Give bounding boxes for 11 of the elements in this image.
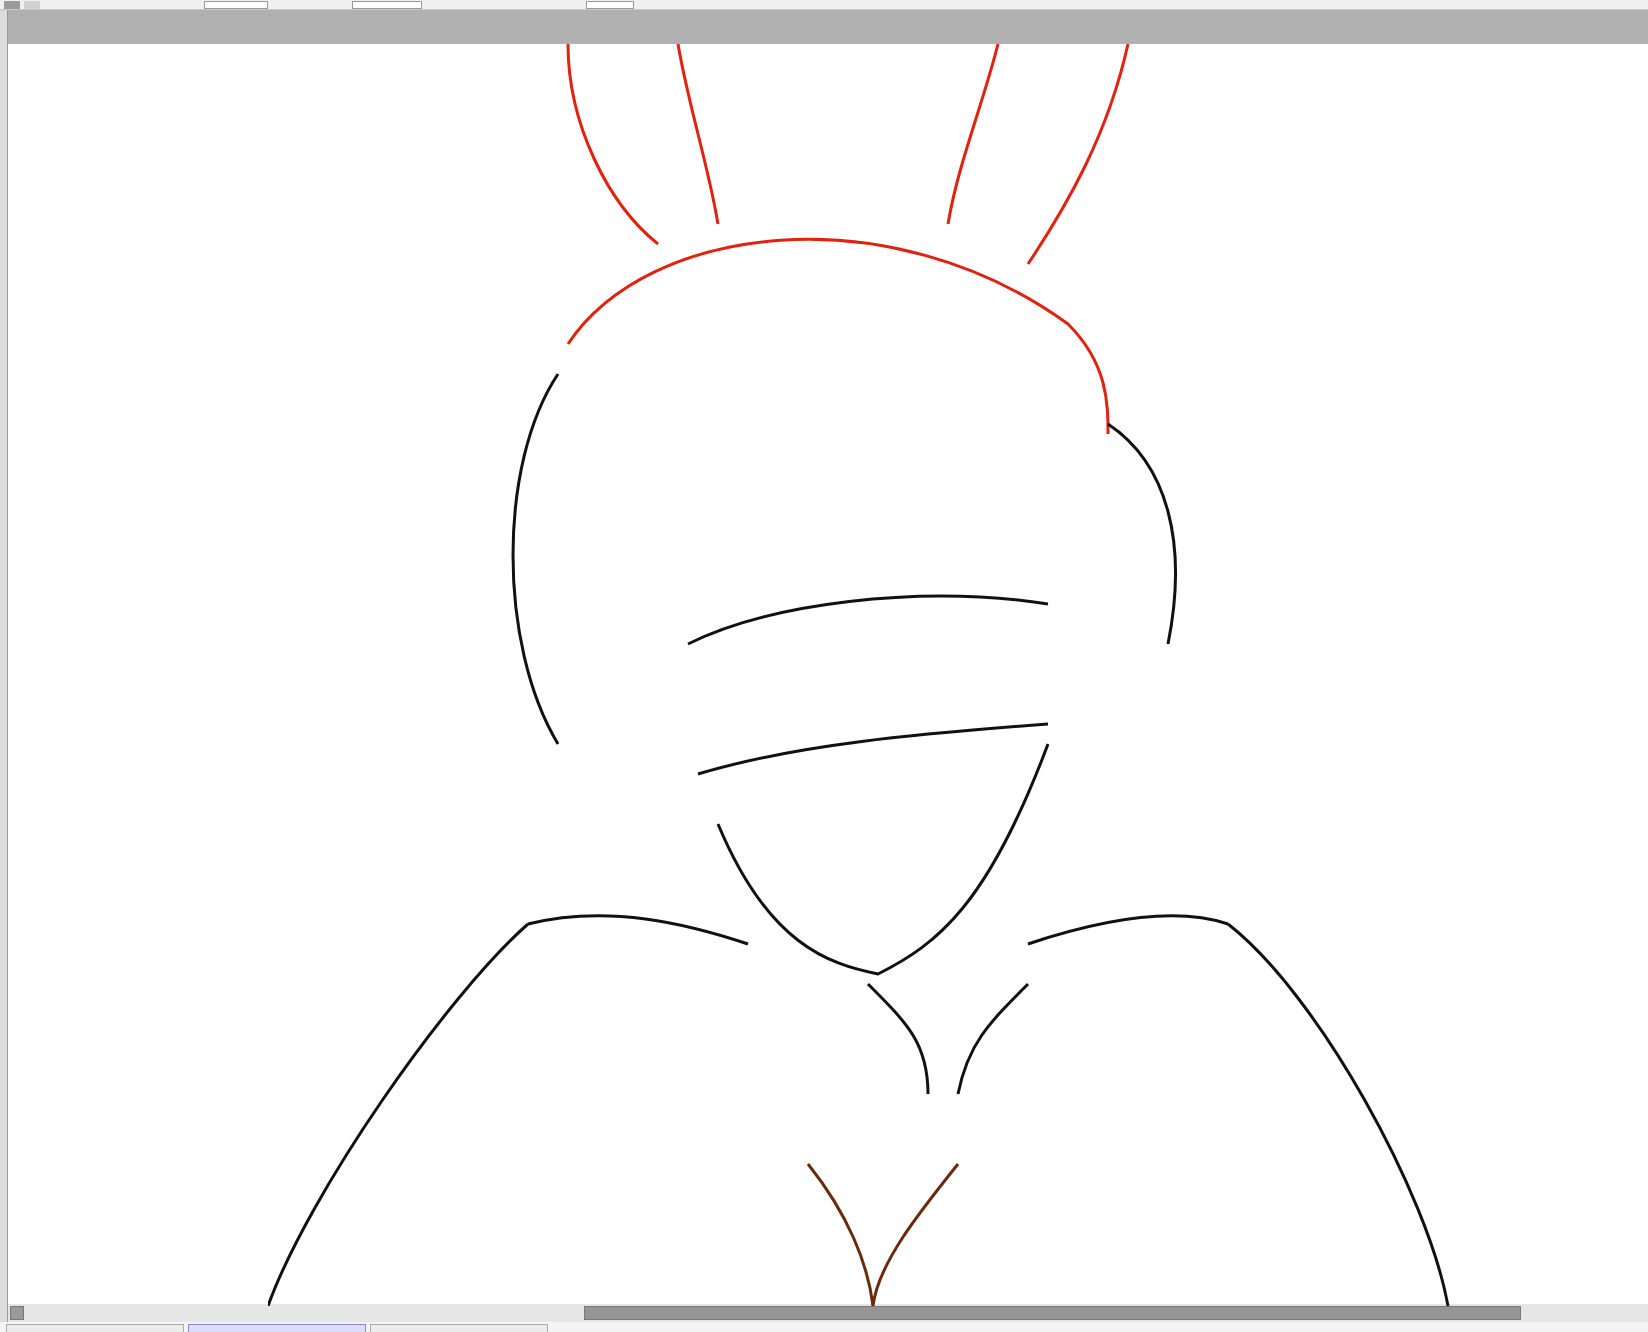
scrollbar-thumb[interactable] [584,1306,1521,1320]
document-tab[interactable] [6,1324,184,1332]
document-tab[interactable] [188,1324,366,1332]
toolbar-field[interactable] [204,1,268,9]
horizontal-scrollbar[interactable] [8,1304,1648,1322]
toolbar-field[interactable] [586,1,634,9]
toolbar-field[interactable] [352,1,422,9]
toolbar-icon[interactable] [24,1,40,9]
scroll-left-icon[interactable] [10,1306,24,1320]
toolbar-icon[interactable] [4,1,20,9]
document-tab[interactable] [370,1324,548,1332]
